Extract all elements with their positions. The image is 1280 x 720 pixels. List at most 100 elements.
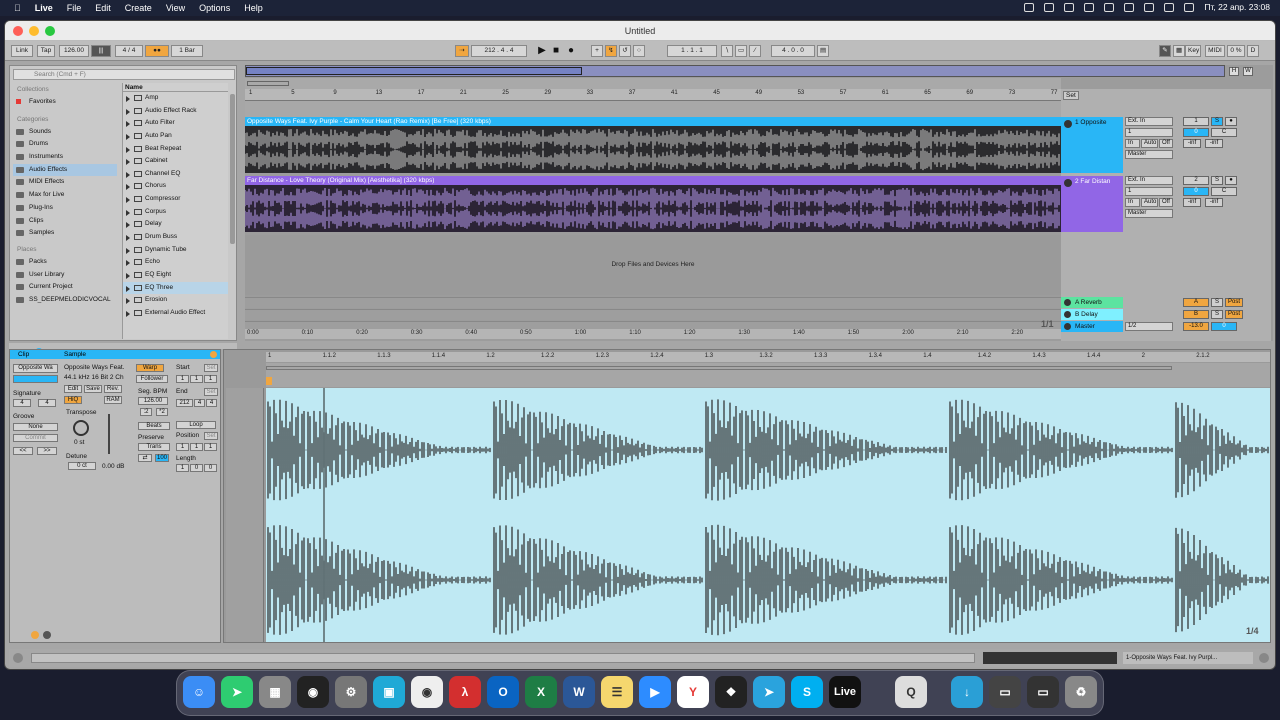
expand-arrow-icon[interactable] xyxy=(126,121,130,128)
clip-title-1[interactable]: Opposite Ways Feat. Ivy Purple - Calm Yo… xyxy=(245,117,1061,126)
bluetooth-icon[interactable] xyxy=(1104,2,1115,12)
telegram-dock-icon[interactable]: ➤ xyxy=(753,676,785,708)
master-pan-field[interactable]: 0 xyxy=(1211,322,1237,331)
track-activator-icon[interactable] xyxy=(1064,179,1072,187)
expand-arrow-icon[interactable] xyxy=(126,133,130,140)
category-instruments[interactable]: Instruments xyxy=(13,151,117,164)
end-beat[interactable]: 4 xyxy=(194,399,205,407)
output-1[interactable]: Master xyxy=(1125,150,1173,159)
minimize-window-button[interactable] xyxy=(29,26,39,36)
time-signature-field[interactable]: 4 / 4 xyxy=(115,45,143,57)
master-volume-field[interactable]: -13.0 xyxy=(1183,322,1209,331)
return-a-post[interactable]: Post xyxy=(1225,298,1243,307)
clip-color-picker[interactable] xyxy=(13,375,58,383)
return-b-solo[interactable]: S xyxy=(1211,310,1223,319)
nudge-icon[interactable]: ||| xyxy=(91,45,111,57)
category-sounds[interactable]: Sounds xyxy=(13,126,117,139)
zoom-icon[interactable]: ▶ xyxy=(639,676,671,708)
overdub-icon[interactable]: + xyxy=(591,45,603,57)
track-header-1[interactable]: 1 Opposite xyxy=(1061,117,1123,173)
pencil-icon[interactable]: ✎ xyxy=(1159,45,1171,57)
obs-dock-icon[interactable]: ◉ xyxy=(297,676,329,708)
transpose-knob[interactable] xyxy=(73,420,89,436)
status-collapse-icon[interactable] xyxy=(1259,653,1269,663)
track-activator-icon[interactable] xyxy=(1064,323,1071,330)
loop-brace[interactable] xyxy=(247,81,289,86)
link-button[interactable]: Link xyxy=(11,45,33,57)
clip-settings-icon[interactable] xyxy=(31,631,39,639)
master-track[interactable]: Master xyxy=(1061,321,1123,332)
quicktime-icon[interactable]: Q xyxy=(895,676,927,708)
browser-item[interactable]: Dynamic Tube xyxy=(123,244,228,257)
browser-item[interactable]: Cabinet xyxy=(123,155,228,168)
system-preferences-icon[interactable]: ⚙ xyxy=(335,676,367,708)
telegram-icon[interactable] xyxy=(1044,2,1055,12)
browser-item[interactable]: Auto Pan xyxy=(123,130,228,143)
input-channel-2[interactable]: 1 xyxy=(1125,187,1173,196)
drop-zone[interactable]: Drop Files and Devices Here xyxy=(245,235,1061,295)
browser-scrollbar[interactable] xyxy=(230,94,235,244)
return-b-post[interactable]: Post xyxy=(1225,310,1243,319)
browser-item[interactable]: Channel EQ xyxy=(123,168,228,181)
expand-arrow-icon[interactable] xyxy=(126,235,130,242)
browser-item[interactable]: Auto Filter xyxy=(123,117,228,130)
preserve-select[interactable]: Trans xyxy=(138,443,170,451)
save-button[interactable]: Save xyxy=(84,385,102,393)
reverse-button[interactable]: Rev. xyxy=(104,385,122,393)
hiq-button[interactable]: HiQ xyxy=(64,396,82,404)
skype-icon[interactable]: S xyxy=(791,676,823,708)
tempo-field[interactable]: 126.00 xyxy=(59,45,89,57)
master-cue-ratio[interactable]: 1/2 xyxy=(1125,322,1173,331)
browser-item[interactable]: EQ Eight xyxy=(123,269,228,282)
return-lane-b[interactable] xyxy=(245,309,1061,320)
record-icon[interactable]: ● xyxy=(566,45,576,57)
track-activator-icon[interactable] xyxy=(1064,299,1071,306)
start-sixteenth[interactable]: 1 xyxy=(204,375,217,383)
punch-out-icon[interactable]: ∕ xyxy=(749,45,761,57)
follow-icon[interactable]: ⇢ xyxy=(455,45,469,57)
track-number-1[interactable]: 1 xyxy=(1183,117,1209,126)
half-tempo-button[interactable]: :2 xyxy=(140,408,152,416)
screen-sharing-icon[interactable]: ▣ xyxy=(373,676,405,708)
tap-button[interactable]: Tap xyxy=(37,45,55,57)
editor-loop-brace[interactable] xyxy=(266,366,1172,370)
peak-field-1[interactable]: -inf xyxy=(1205,139,1223,148)
volume-icon[interactable] xyxy=(1064,2,1075,12)
figma-icon[interactable]: ❖ xyxy=(715,676,747,708)
arm-button-1[interactable]: ● xyxy=(1225,117,1237,126)
return-track-a[interactable]: A Reverb xyxy=(1061,297,1123,308)
loop-button[interactable]: Loop xyxy=(176,421,216,429)
close-window-button[interactable] xyxy=(13,26,23,36)
key-map-button[interactable]: Key xyxy=(1185,45,1201,57)
expand-arrow-icon[interactable] xyxy=(126,108,130,115)
seg-bpm-field[interactable]: 126.00 xyxy=(138,397,168,405)
envelope-mode-select[interactable]: ⇄ xyxy=(138,454,152,462)
menu-live[interactable]: Live xyxy=(35,3,53,13)
place-2[interactable]: Current Project xyxy=(13,281,117,294)
category-max-for-live[interactable]: Max for Live xyxy=(13,189,117,202)
expand-arrow-icon[interactable] xyxy=(126,96,130,102)
notes-icon[interactable]: ☰ xyxy=(601,676,633,708)
clip-activator-icon[interactable] xyxy=(210,351,217,358)
expand-arrow-icon[interactable] xyxy=(126,247,130,254)
place-1[interactable]: User Library xyxy=(13,269,117,282)
browser-item[interactable]: Corpus xyxy=(123,206,228,219)
end-sixteenth[interactable]: 4 xyxy=(206,399,217,407)
track-number-2[interactable]: 2 xyxy=(1183,176,1209,185)
finder-icon[interactable]: ☺ xyxy=(183,676,215,708)
envelope-value[interactable]: 100 xyxy=(155,454,169,462)
return-b-button[interactable]: B xyxy=(1183,310,1209,319)
position-beat[interactable]: 1 xyxy=(190,443,203,451)
clip-name-field[interactable]: Opposite Wa xyxy=(13,364,58,373)
midi-map-button[interactable]: MIDI xyxy=(1205,45,1225,57)
reenable-automation-icon[interactable]: ↺ xyxy=(619,45,631,57)
input-type-2[interactable]: Ext. In xyxy=(1125,176,1173,185)
monitor-auto-2[interactable]: Auto xyxy=(1141,198,1158,207)
monitor-in-1[interactable]: In xyxy=(1125,139,1140,148)
return-track-b[interactable]: B Delay xyxy=(1061,309,1123,320)
peak-field-2[interactable]: -inf xyxy=(1205,198,1223,207)
excel-icon[interactable]: X xyxy=(525,676,557,708)
menu-view[interactable]: View xyxy=(166,3,185,13)
category-drums[interactable]: Drums xyxy=(13,138,117,151)
category-plug-ins[interactable]: Plug-Ins xyxy=(13,202,117,215)
